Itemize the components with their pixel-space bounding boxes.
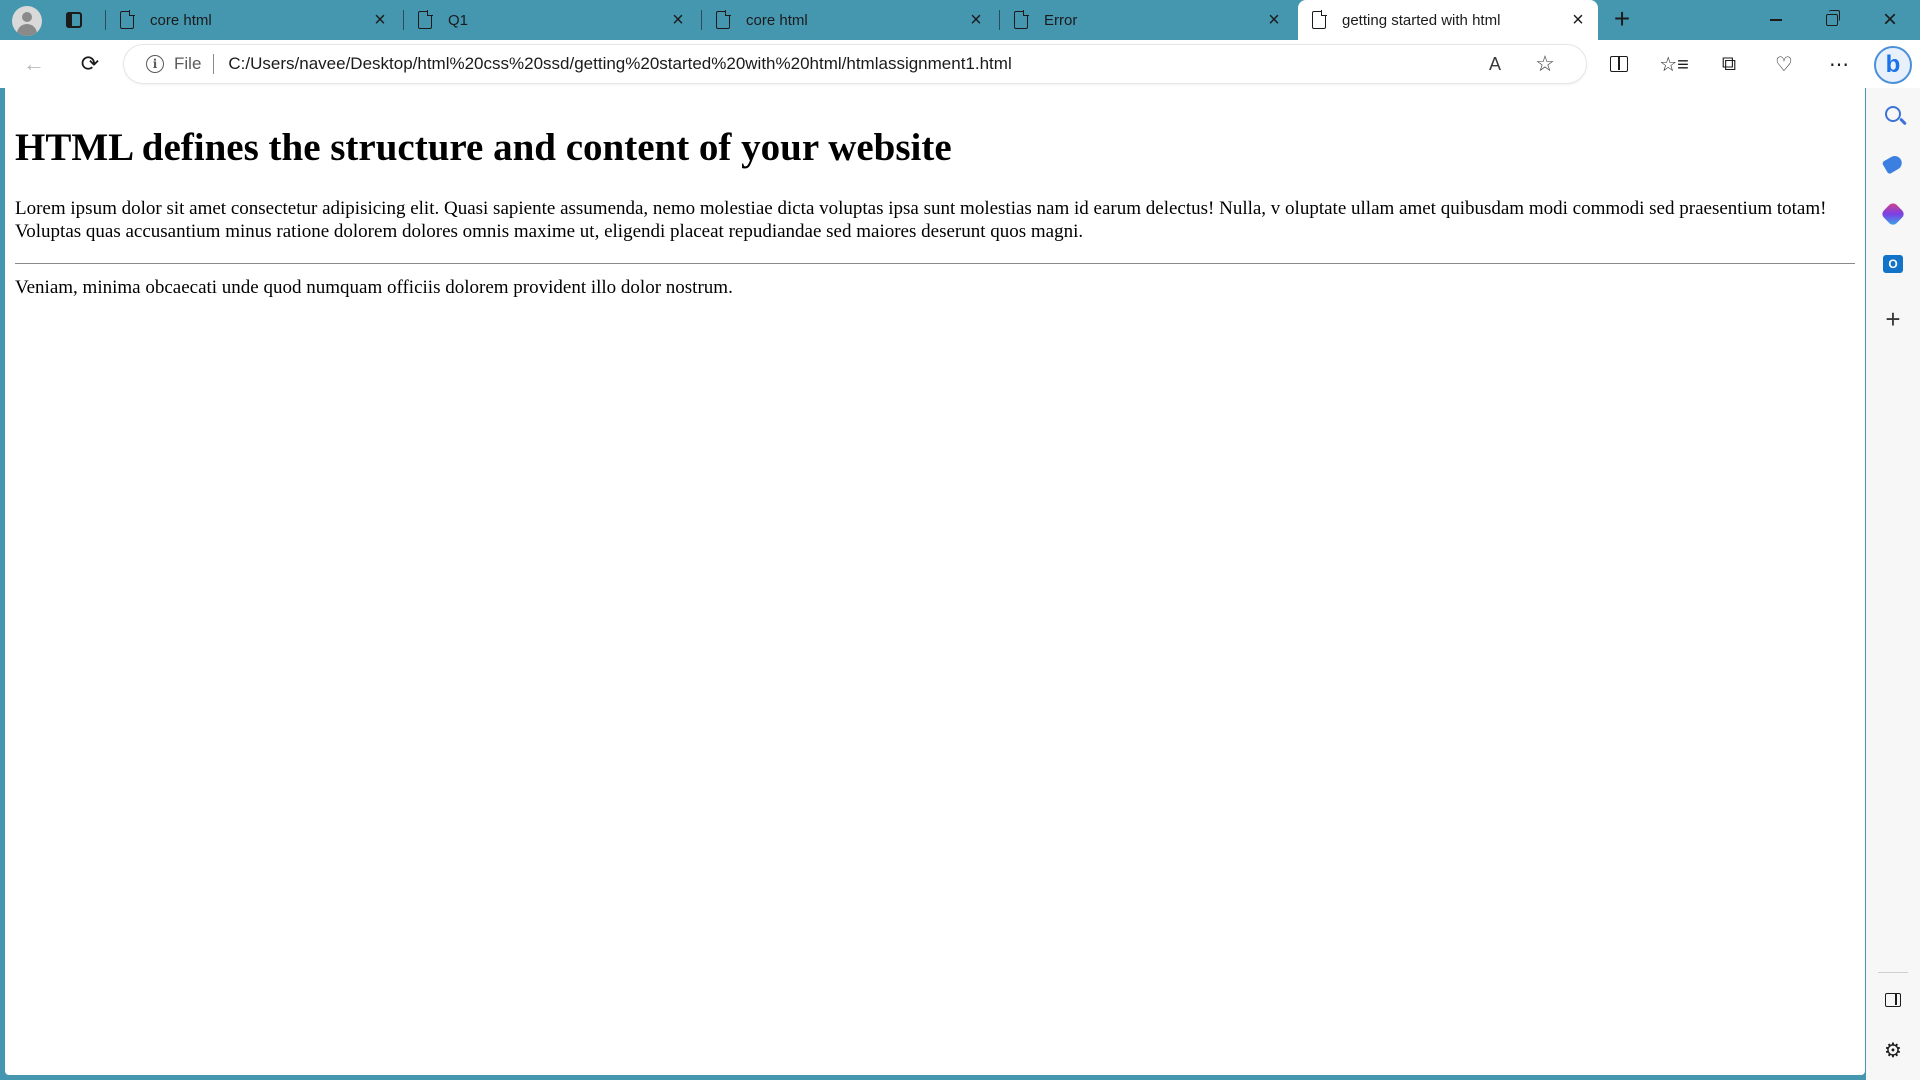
tab-close-icon[interactable]: × — [366, 6, 394, 34]
url-text[interactable]: C:/Users/navee/Desktop/html%20css%20ssd/… — [228, 54, 1011, 74]
window-close-button[interactable]: × — [1862, 0, 1918, 40]
document-icon — [716, 10, 731, 29]
sidebar-add-button[interactable]: + — [1879, 304, 1907, 334]
more-button[interactable]: ⋯ — [1822, 48, 1856, 80]
sidebar-panel-icon — [1885, 993, 1901, 1007]
hide-sidebar-button[interactable] — [1879, 986, 1907, 1014]
page-heading: HTML defines the structure and content o… — [15, 126, 952, 169]
sidebar-settings-button[interactable]: ⚙ — [1879, 1036, 1907, 1064]
search-icon — [1885, 106, 1901, 122]
edge-sidebar: O + ⚙ — [1866, 88, 1920, 1080]
tab-getting-started-with-html[interactable]: getting started with html × — [1298, 0, 1598, 40]
address-bar[interactable]: i File C:/Users/navee/Desktop/html%20css… — [124, 45, 1586, 83]
minimize-button[interactable] — [1748, 0, 1804, 40]
browser-essentials-button[interactable]: ♡ — [1767, 48, 1801, 80]
outlook-icon: O — [1883, 255, 1903, 273]
tab-title: core html — [150, 11, 212, 29]
tab-close-icon[interactable]: × — [1564, 6, 1592, 34]
browser-toolbar: ← ⟳ i File C:/Users/navee/Desktop/html%2… — [0, 40, 1920, 88]
office-icon — [1880, 201, 1906, 227]
favorite-star-icon[interactable]: ☆ — [1530, 49, 1560, 79]
tab-core-html-1[interactable]: core html × — [106, 0, 400, 40]
favorites-button[interactable]: ☆≡ — [1657, 48, 1691, 80]
back-button[interactable]: ← — [18, 48, 50, 80]
web-page: HTML defines the structure and content o… — [5, 88, 1865, 307]
tab-actions-icon[interactable] — [60, 8, 88, 32]
bing-copilot-button[interactable]: b — [1874, 46, 1912, 84]
info-icon[interactable]: i — [146, 55, 164, 73]
scheme-label: File — [174, 54, 202, 73]
restore-icon — [1826, 10, 1840, 26]
tab-title: Error — [1044, 11, 1078, 29]
document-icon — [1014, 10, 1029, 29]
shopping-tag-icon — [1881, 153, 1905, 175]
address-separator — [213, 54, 215, 74]
refresh-button[interactable]: ⟳ — [74, 48, 106, 80]
tab-title: core html — [746, 11, 808, 29]
new-tab-button[interactable]: + — [1608, 5, 1636, 34]
tab-strip: core html × Q1 × core html × Error × get… — [0, 0, 1920, 40]
tab-core-html-2[interactable]: core html × — [702, 0, 996, 40]
collections-button[interactable]: ⧉ — [1712, 48, 1746, 80]
minimize-icon — [1770, 19, 1782, 21]
horizontal-rule — [15, 262, 1855, 264]
document-icon — [120, 10, 135, 29]
profile-icon[interactable] — [12, 6, 42, 36]
tab-title: Q1 — [448, 11, 469, 29]
sidebar-search-button[interactable] — [1879, 100, 1907, 128]
split-screen-button[interactable] — [1602, 48, 1636, 80]
tab-close-icon[interactable]: × — [664, 6, 692, 34]
tab-error[interactable]: Error × — [1000, 0, 1294, 40]
tab-q1[interactable]: Q1 × — [404, 0, 698, 40]
sidebar-outlook-button[interactable]: O — [1879, 250, 1907, 278]
page-paragraph-1: Lorem ipsum dolor sit amet consectetur a… — [15, 197, 1827, 242]
tab-title: getting started with html — [1342, 11, 1501, 29]
sidebar-divider — [1878, 972, 1908, 973]
restore-button[interactable] — [1804, 0, 1860, 40]
read-aloud-icon[interactable]: A — [1480, 49, 1510, 79]
document-icon — [418, 10, 433, 29]
page-paragraph-2: Veniam, minima obcaecati unde quod numqu… — [15, 276, 733, 298]
sidebar-office-button[interactable] — [1879, 200, 1907, 228]
page-viewport: HTML defines the structure and content o… — [5, 88, 1865, 1075]
split-screen-icon — [1610, 56, 1628, 72]
tab-close-icon[interactable]: × — [962, 6, 990, 34]
tab-close-icon[interactable]: × — [1260, 6, 1288, 34]
sidebar-shopping-button[interactable] — [1879, 150, 1907, 178]
document-icon — [1312, 10, 1327, 29]
